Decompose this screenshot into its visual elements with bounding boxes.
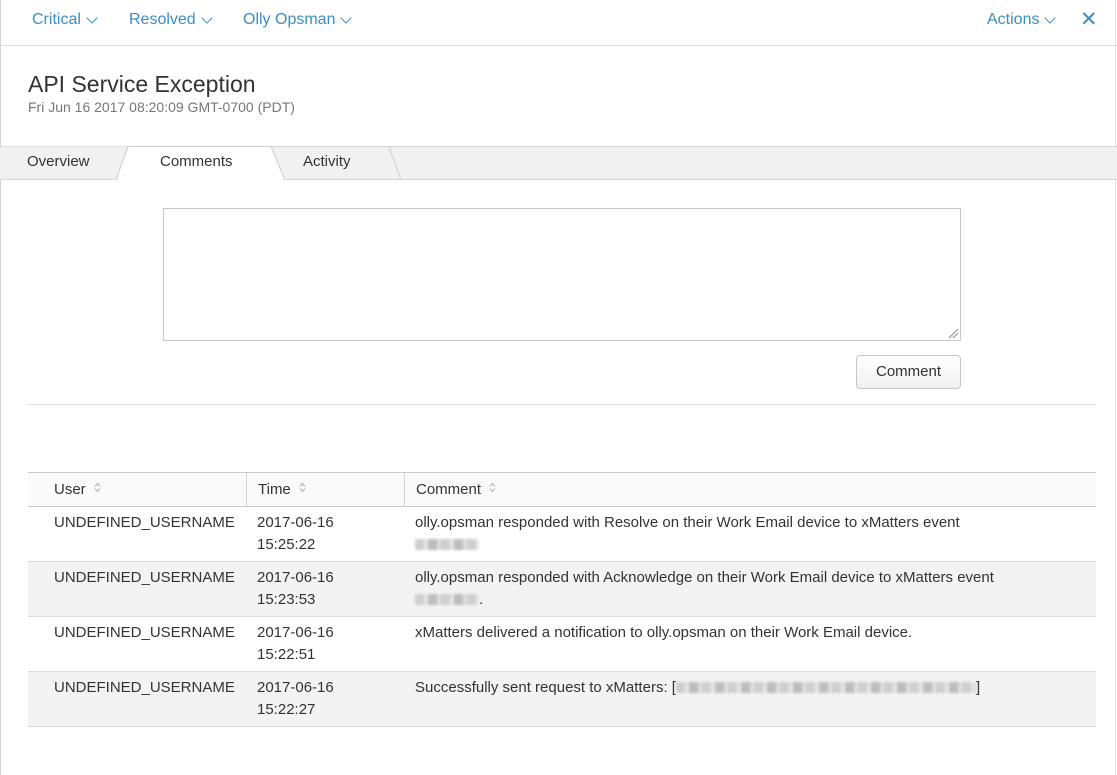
cell-date: 2017-06-16: [257, 514, 334, 531]
column-header-user[interactable]: User: [28, 473, 247, 506]
divider: [28, 404, 1096, 405]
cell-user: UNDEFINED_USERNAME: [54, 514, 235, 531]
chevron-down-icon: [1044, 11, 1057, 24]
sort-icon: [299, 482, 306, 493]
column-header-comment[interactable]: Comment: [405, 473, 1096, 506]
column-header-label: Comment: [416, 481, 482, 498]
cell-clock: 15:22:27: [257, 701, 316, 718]
redacted-id: [415, 539, 479, 550]
status-dropdown[interactable]: Resolved: [129, 11, 213, 29]
cell-comment: olly.opsman responded with Resolve on th…: [405, 507, 1096, 561]
column-header-label: User: [54, 481, 86, 498]
table-row: UNDEFINED_USERNAME 2017-06-16 15:22:51 x…: [28, 617, 1096, 672]
chevron-down-icon: [201, 11, 213, 24]
cell-time: 2017-06-16 15:25:22: [247, 507, 405, 561]
top-bar: Critical Resolved Olly Opsman Actions ✕: [0, 0, 1117, 46]
cell-time: 2017-06-16 15:23:53: [247, 562, 405, 616]
table-row: UNDEFINED_USERNAME 2017-06-16 15:23:53 o…: [28, 562, 1096, 617]
close-icon[interactable]: ✕: [1080, 9, 1098, 30]
redacted-id: [415, 594, 479, 605]
cell-user: UNDEFINED_USERNAME: [54, 679, 235, 696]
cell-date: 2017-06-16: [257, 679, 334, 696]
comment-text: Successfully sent request to xMatters: [: [415, 679, 676, 696]
table-header: User Time Comment: [28, 473, 1096, 507]
actions-label: Actions: [987, 11, 1040, 28]
cell-date: 2017-06-16: [257, 624, 334, 641]
actions-dropdown[interactable]: Actions: [987, 11, 1057, 29]
tab-comments[interactable]: Comments: [160, 153, 233, 170]
severity-dropdown[interactable]: Critical: [32, 11, 98, 29]
page-title: API Service Exception: [28, 71, 256, 97]
cell-time: 2017-06-16 15:22:27: [247, 672, 405, 726]
comment-trailing: ]: [975, 679, 981, 696]
cell-comment: olly.opsman responded with Acknowledge o…: [405, 562, 1096, 616]
comment-text: xMatters delivered a notification to oll…: [415, 624, 913, 641]
table-row: UNDEFINED_USERNAME 2017-06-16 15:25:22 o…: [28, 507, 1096, 562]
cell-user: UNDEFINED_USERNAME: [54, 569, 235, 586]
owner-label: Olly Opsman: [243, 11, 336, 28]
tab-activity[interactable]: Activity: [303, 153, 351, 170]
cell-comment: Successfully sent request to xMatters: […: [405, 672, 1096, 726]
status-label: Resolved: [129, 11, 196, 28]
cell-clock: 15:25:22: [257, 536, 316, 553]
tab-overview[interactable]: Overview: [27, 153, 90, 170]
comments-table: User Time Comment UNDEFINED_USERNAME 201…: [28, 472, 1096, 727]
chevron-down-icon: [340, 11, 353, 24]
comment-trailing: .: [479, 591, 484, 608]
sort-icon: [489, 482, 496, 493]
table-row: UNDEFINED_USERNAME 2017-06-16 15:22:27 S…: [28, 672, 1096, 727]
cell-user: UNDEFINED_USERNAME: [54, 624, 235, 641]
cell-comment: xMatters delivered a notification to oll…: [405, 617, 1096, 671]
cell-clock: 15:23:53: [257, 591, 316, 608]
resize-grip-icon[interactable]: [948, 328, 959, 339]
column-header-time[interactable]: Time: [247, 473, 405, 506]
cell-clock: 15:22:51: [257, 646, 316, 663]
comment-textarea[interactable]: [163, 208, 961, 341]
cell-time: 2017-06-16 15:22:51: [247, 617, 405, 671]
owner-dropdown[interactable]: Olly Opsman: [243, 11, 353, 29]
chevron-down-icon: [86, 11, 98, 24]
cell-date: 2017-06-16: [257, 569, 334, 586]
event-timestamp: Fri Jun 16 2017 08:20:09 GMT-0700 (PDT): [28, 99, 295, 115]
comment-button[interactable]: Comment: [856, 355, 961, 389]
comment-text: olly.opsman responded with Resolve on th…: [415, 514, 960, 531]
severity-label: Critical: [32, 11, 81, 28]
sort-icon: [94, 482, 101, 493]
redacted-request-id: [675, 682, 976, 693]
column-header-label: Time: [258, 481, 291, 498]
comment-text: olly.opsman responded with Acknowledge o…: [415, 569, 994, 586]
